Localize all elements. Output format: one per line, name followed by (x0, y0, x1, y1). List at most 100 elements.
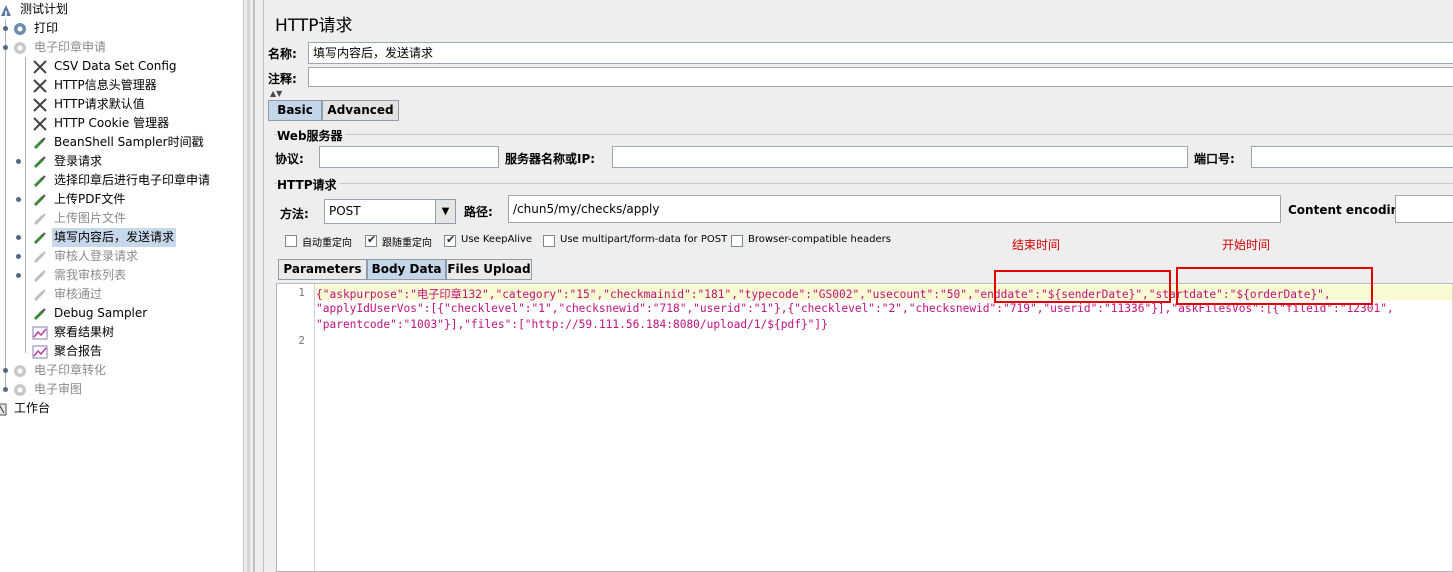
tree-item-label: 填写内容后，发送请求 (52, 228, 177, 247)
collapse-handle-icon[interactable] (3, 45, 8, 50)
name-field[interactable]: 填写内容后，发送请求 (308, 42, 1453, 64)
comment-field[interactable] (308, 67, 1453, 87)
tree-item-label: 测试计划 (20, 2, 69, 16)
start-time-annotation: 开始时间 (1222, 238, 1271, 252)
tab-body-data[interactable]: Body Data (367, 259, 446, 280)
path-label: 路径: (464, 205, 493, 219)
chevron-down-icon[interactable]: ▼ (435, 199, 456, 224)
expand-handle-icon[interactable] (16, 254, 21, 259)
end-time-annotation: 结束时间 (1012, 238, 1061, 252)
test-plan-tree[interactable]: 测试计划 打印 电子印章申请 CSV Data Set Config HTTP信… (0, 0, 243, 572)
scissors-tool-icon (33, 98, 47, 112)
tree-item-label: BeanShell Sampler时间戳 (54, 135, 204, 149)
comment-label: 注释: (268, 72, 297, 86)
split-pane-divider[interactable] (243, 0, 254, 572)
startdate-highlight-box (1176, 267, 1373, 305)
tree-item-label: 登录请求 (54, 154, 103, 168)
tab-parameters[interactable]: Parameters (278, 259, 367, 280)
expand-handle-icon[interactable] (3, 368, 8, 373)
http-request-group-title: HTTP请求 (277, 176, 339, 193)
pipette-icon (33, 308, 46, 321)
tab-files-upload[interactable]: Files Upload (446, 259, 532, 280)
pipette-icon (33, 175, 46, 188)
encoding-label: Content encoding: (1288, 203, 1413, 217)
expand-handle-icon[interactable] (3, 387, 8, 392)
tree-item-label: 工作台 (14, 401, 51, 415)
tree-item-label: 电子印章转化 (34, 363, 107, 377)
checkbox-label: 自动重定向 (302, 238, 352, 249)
tree-item-label: CSV Data Set Config (54, 59, 177, 73)
expand-handle-icon[interactable] (3, 26, 8, 31)
tree-item-label: 察看结果树 (54, 325, 115, 339)
tree-item-label: 选择印章后进行电子印章申请 (54, 173, 211, 187)
tree-item-label: 上传图片文件 (54, 211, 127, 225)
line-number: 2 (298, 334, 305, 347)
scissors-tool-icon (33, 60, 47, 74)
tree-item-label: 需我审核列表 (54, 268, 127, 282)
gear-icon (14, 23, 26, 35)
code-line: "parentcode":"1003"}],"files":["http://5… (316, 318, 828, 331)
tree-item-label: 聚合报告 (54, 344, 103, 358)
tree-item-label: 审核通过 (54, 287, 103, 301)
scissors-tool-icon (33, 79, 47, 93)
tab-basic[interactable]: Basic (268, 100, 322, 121)
scissors-tool-icon (33, 117, 47, 131)
method-label: 方法: (280, 207, 309, 221)
server-field[interactable] (612, 146, 1188, 168)
pipette-icon (33, 251, 46, 264)
gear-icon (14, 365, 26, 377)
pipette-icon (33, 213, 46, 226)
line-number-gutter: 1 2 (277, 284, 315, 571)
line-number: 1 (298, 286, 305, 299)
protocol-field[interactable] (319, 146, 499, 168)
expand-handle-icon[interactable] (16, 159, 21, 164)
tree-item-label: 上传PDF文件 (54, 192, 126, 206)
web-server-group-title: Web服务器 (277, 127, 345, 144)
port-field[interactable] (1251, 146, 1453, 168)
chart-icon (32, 326, 48, 340)
test-plan-icon (1, 5, 11, 16)
http-request-panel: HTTP请求 名称: 填写内容后，发送请求 注释: ▲▼ Basic Advan… (254, 0, 1453, 572)
encoding-field[interactable] (1395, 195, 1453, 223)
tree-item-label: HTTP信息头管理器 (54, 78, 157, 92)
checkbox-label: 跟随重定向 (382, 238, 432, 249)
method-select[interactable]: POST (324, 199, 436, 224)
tree-item-label: HTTP Cookie 管理器 (54, 116, 170, 130)
body-data-editor[interactable]: 1 2 {"askpurpose":"电子印章132","category":"… (276, 283, 1453, 572)
expand-handle-icon[interactable] (16, 197, 21, 202)
checkbox-box (285, 235, 297, 247)
collapse-arrows-icon[interactable]: ▲▼ (270, 89, 282, 98)
checkbox-box (365, 233, 377, 247)
tree-item-label: HTTP请求默认值 (54, 97, 145, 111)
pipette-icon (33, 232, 46, 245)
gear-icon (14, 42, 26, 54)
protocol-label: 协议: (275, 152, 304, 166)
checkbox-label: Use multipart/form-data for POST (560, 234, 728, 245)
checkbox-label: Use KeepAlive (461, 234, 533, 245)
checkbox-box (731, 235, 743, 247)
path-field[interactable]: /chun5/my/checks/apply (508, 195, 1281, 223)
server-label: 服务器名称或IP: (505, 152, 596, 166)
expand-handle-icon[interactable] (16, 273, 21, 278)
method-value: POST (329, 204, 361, 218)
pipette-icon (33, 194, 46, 207)
checkbox-box (444, 233, 456, 247)
checkbox-label: Browser-compatible headers (748, 234, 891, 245)
tab-advanced[interactable]: Advanced (322, 100, 399, 121)
pipette-icon (33, 156, 46, 169)
enddate-highlight-box (994, 270, 1171, 303)
tree-item-label: 电子印章申请 (34, 40, 107, 54)
tree-item-label: 打印 (34, 21, 59, 35)
panel-title: HTTP请求 (275, 16, 353, 36)
gear-icon (14, 384, 26, 396)
workbench-icon (0, 403, 7, 416)
pipette-icon (33, 270, 46, 283)
port-label: 端口号: (1194, 152, 1235, 166)
name-label: 名称: (268, 47, 297, 61)
pipette-icon (33, 137, 46, 150)
chart-icon (32, 345, 48, 359)
checkbox-box (543, 235, 555, 247)
tree-item-label: 电子审图 (34, 382, 83, 396)
tree-item-label: Debug Sampler (54, 306, 148, 320)
expand-handle-icon[interactable] (16, 235, 21, 240)
